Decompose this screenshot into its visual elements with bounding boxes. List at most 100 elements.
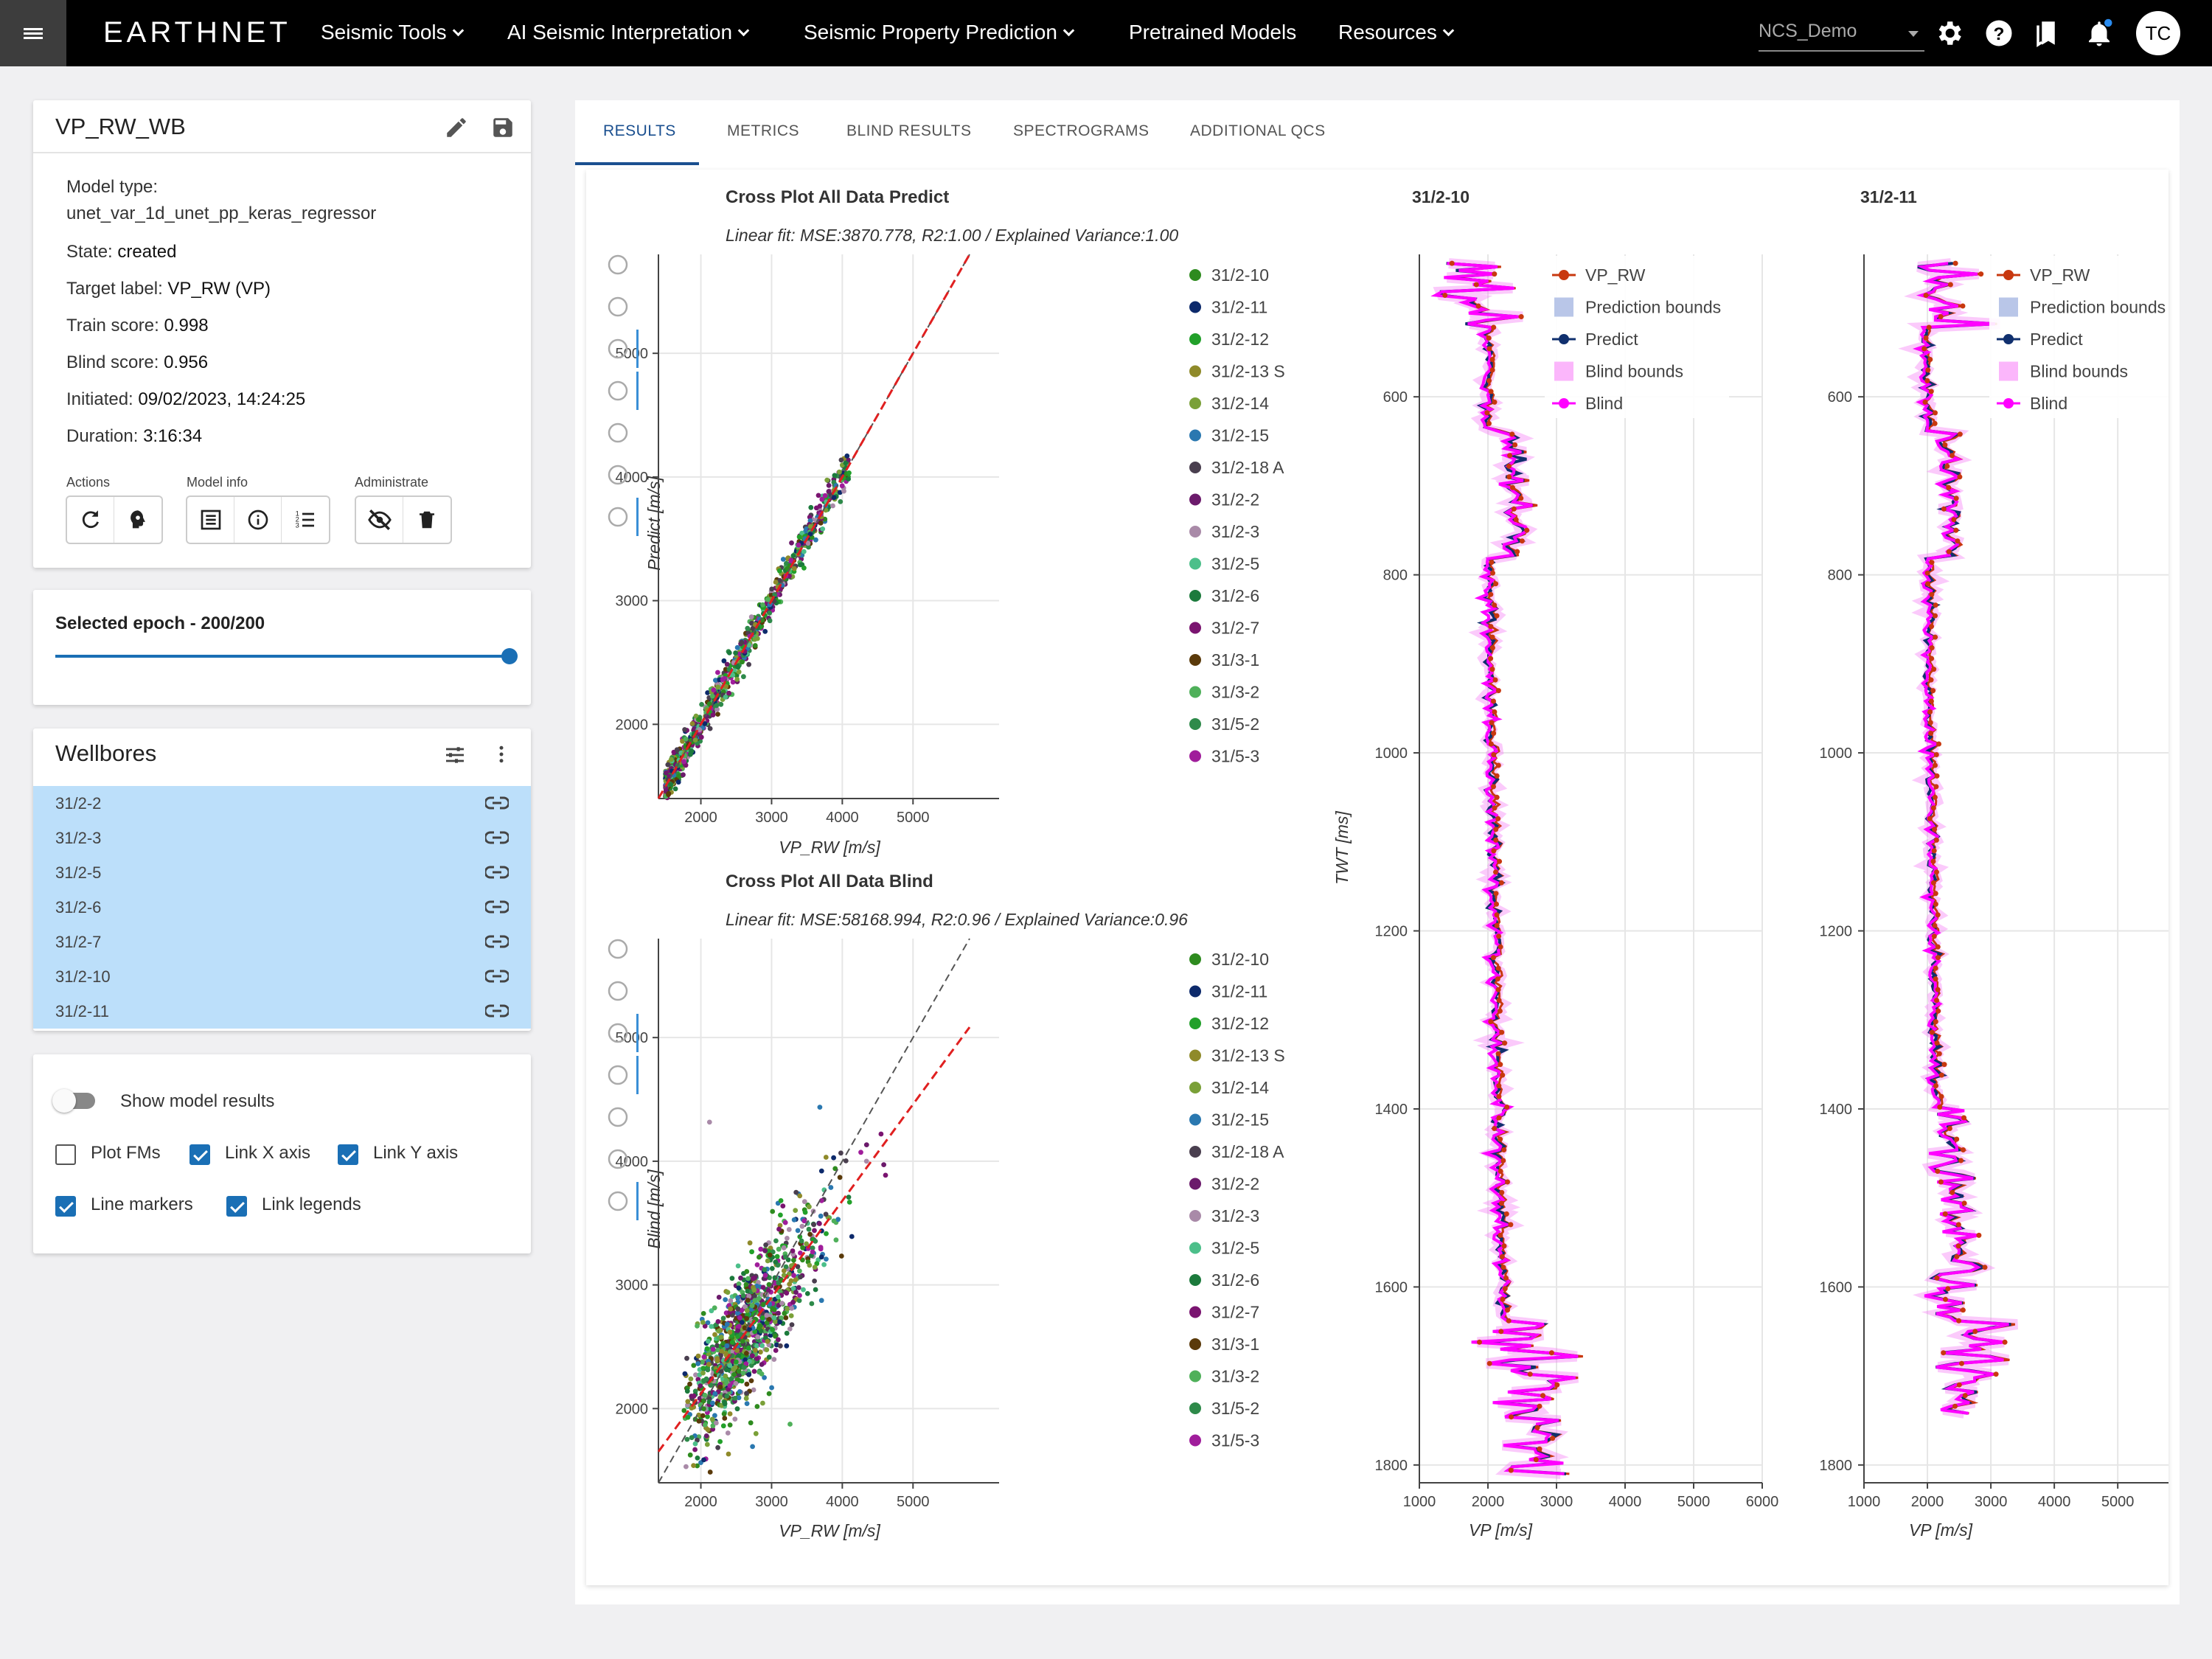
avatar[interactable]: TC (2136, 11, 2180, 55)
help-icon[interactable]: ? (1983, 18, 2014, 49)
data-point (739, 1378, 745, 1384)
link-icon[interactable] (485, 899, 509, 915)
wheel-zoom-icon[interactable] (608, 1056, 639, 1094)
nav-resources[interactable]: Resources (1338, 21, 1455, 44)
data-point (748, 1420, 754, 1426)
link-y-axis-checkbox[interactable] (338, 1144, 358, 1165)
link-icon[interactable] (485, 1003, 509, 1019)
data-point (721, 1411, 727, 1416)
hover-icon[interactable] (608, 498, 639, 536)
x-tick-label: 5000 (897, 1494, 930, 1510)
model-card: VP_RW_WB Model type: unet_var_1d_unet_pp… (33, 100, 531, 568)
data-point (723, 1377, 729, 1383)
edit-icon[interactable] (444, 115, 469, 140)
delete-button[interactable] (403, 497, 451, 543)
vp-rw-marker (1928, 731, 1934, 736)
data-point (797, 1268, 802, 1274)
data-point (695, 1324, 700, 1329)
legend-marker (1559, 270, 1569, 280)
wellbore-item[interactable]: 31/2-2 (33, 786, 531, 821)
wheel-zoom-icon[interactable] (608, 372, 639, 410)
vp-rw-marker (1935, 1008, 1941, 1014)
data-point (700, 1366, 706, 1371)
vp-rw-marker (1933, 1019, 1938, 1025)
hide-button[interactable] (356, 497, 403, 543)
data-point (712, 1332, 717, 1338)
epoch-card: Selected epoch - 200/200 (33, 590, 531, 705)
retrain-button[interactable] (67, 497, 114, 543)
link-x-axis-checkbox[interactable] (189, 1144, 210, 1165)
tab-blind-results[interactable]: BLIND RESULTS (846, 122, 972, 140)
save-icon[interactable] (490, 115, 515, 140)
pan-icon[interactable] (608, 254, 628, 275)
x-tick-label: 3000 (755, 1494, 788, 1510)
hover-icon[interactable] (608, 1182, 639, 1220)
state-label: State: (66, 242, 113, 262)
gear-icon[interactable] (1933, 18, 1964, 49)
tab-spectrograms[interactable]: SPECTROGRAMS (1013, 122, 1150, 140)
blind-score-label: Blind score: (66, 352, 159, 372)
nav-ai-seismic-interpretation[interactable]: AI Seismic Interpretation (507, 21, 750, 44)
vp-rw-marker (1978, 271, 1984, 277)
nav-pretrained-models[interactable]: Pretrained Models (1129, 21, 1296, 44)
legend-label: 31/2-14 (1211, 394, 1269, 413)
vp-rw-marker (1933, 837, 1939, 843)
predict-button[interactable] (114, 497, 161, 543)
link-icon[interactable] (485, 864, 509, 880)
legend-marker (1189, 493, 1201, 506)
data-point (760, 1284, 766, 1290)
bookmarks-icon[interactable] (2033, 18, 2064, 49)
wellbore-item[interactable]: 31/2-7 (33, 925, 531, 959)
nav-seismic-property-prediction[interactable]: Seismic Property Prediction (804, 21, 1075, 44)
link-icon[interactable] (485, 968, 509, 984)
vp-rw-marker (1503, 1275, 1509, 1281)
legend-label: Blind bounds (1585, 362, 1683, 381)
wellbore-item[interactable]: 31/2-6 (33, 890, 531, 925)
reset-icon[interactable] (608, 1107, 628, 1127)
link-icon[interactable] (485, 795, 509, 811)
reset-icon[interactable] (608, 422, 628, 443)
line-markers-checkbox[interactable] (55, 1196, 76, 1217)
legend-label: 31/2-12 (1211, 1014, 1269, 1033)
tab-results[interactable]: RESULTS (603, 122, 676, 140)
bell-icon[interactable] (2084, 18, 2115, 49)
data-point (681, 759, 686, 765)
target-label-row: Target label: VP_RW (VP) (66, 279, 271, 299)
nav-seismic-tools[interactable]: Seismic Tools (321, 21, 464, 44)
vp-rw-marker (1933, 602, 1938, 608)
wellbore-name: 31/2-7 (55, 932, 102, 951)
tool-glyph (608, 1065, 628, 1085)
y-tick-label: 800 (1383, 568, 1408, 584)
app-logo[interactable]: EARTHNET (103, 16, 291, 49)
menu-icon[interactable] (0, 0, 66, 66)
active-tool-bar (636, 330, 639, 368)
x-axis-label: VP_RW [m/s] (779, 1521, 880, 1540)
project-select[interactable]: NCS_Demo (1759, 13, 1924, 52)
vp-rw-marker (1961, 1147, 1966, 1152)
pan-icon[interactable] (608, 939, 628, 959)
wellbore-item[interactable]: 31/2-3 (33, 821, 531, 855)
epoch-slider-track[interactable] (55, 655, 512, 658)
parameters-button[interactable]: 123 (282, 497, 329, 543)
link-legends-checkbox[interactable] (226, 1196, 247, 1217)
data-point (846, 476, 851, 481)
plot-fms-label: Plot FMs (91, 1143, 161, 1163)
more-vert-icon[interactable] (490, 743, 512, 765)
y-tick-label: 5000 (616, 346, 649, 362)
plot-fms-checkbox[interactable] (55, 1144, 76, 1165)
epoch-slider-handle[interactable] (501, 648, 518, 664)
link-icon[interactable] (485, 933, 509, 950)
wellbore-item[interactable]: 31/2-11 (33, 994, 531, 1029)
lasso-icon[interactable] (608, 296, 628, 317)
wellbore-item[interactable]: 31/2-10 (33, 959, 531, 994)
details-button[interactable] (187, 497, 234, 543)
show-model-results-toggle[interactable] (52, 1089, 95, 1113)
lasso-icon[interactable] (608, 981, 628, 1001)
filter-settings-icon[interactable] (443, 743, 467, 767)
data-point (754, 1404, 760, 1409)
tab-metrics[interactable]: METRICS (727, 122, 799, 140)
wellbore-item[interactable]: 31/2-5 (33, 855, 531, 890)
info-button[interactable] (234, 497, 282, 543)
tab-additional-qcs[interactable]: ADDITIONAL QCS (1190, 122, 1326, 140)
link-icon[interactable] (485, 830, 509, 846)
